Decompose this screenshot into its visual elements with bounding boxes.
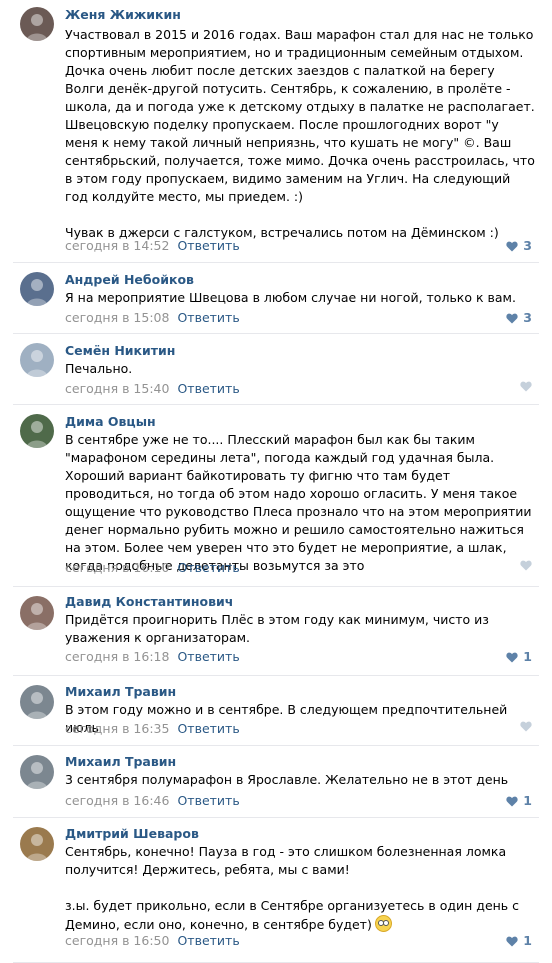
comment-meta: сегодня в 15:40 Ответить [65,381,240,397]
comment-meta: сегодня в 16:18 Ответить [65,649,240,665]
reply-link[interactable]: Ответить [177,381,239,396]
comment-text-body: Я на мероприятие Швецова в любом случае … [65,290,516,305]
comment-timestamp[interactable]: сегодня в 16:18 [65,649,169,664]
avatar[interactable] [20,7,54,41]
like-count: 3 [523,310,532,325]
comment-meta: сегодня в 16:46 Ответить [65,793,240,809]
like-button[interactable]: 3 [506,310,532,326]
like-count: 1 [523,933,532,948]
like-button[interactable]: 1 [506,933,532,949]
comment-text: Печально. [65,360,535,378]
avatar[interactable] [20,414,54,448]
comment-text-body: Печально. [65,361,133,376]
comment-author[interactable]: Михаил Травин [65,754,176,770]
like-count: 1 [523,793,532,808]
heart-icon [506,313,518,324]
comment-timestamp[interactable]: сегодня в 14:52 [65,238,169,253]
reply-link[interactable]: Ответить [177,933,239,948]
comment-meta: сегодня в 14:52 Ответить [65,238,240,254]
heart-icon [506,652,518,663]
comment-text-body: 3 сентября полумарафон в Ярославле. Жела… [65,772,509,787]
heart-icon [520,721,532,732]
rolling-eyes-emoji-icon [374,915,392,932]
comment-item: Давид Константинович Придётся проигнорить… [0,587,552,676]
comment-text-body: Сентябрь, конечно! Пауза в год - это сли… [65,844,520,932]
comment-text-body: В сентябре уже не то.... Плесский марафо… [65,432,536,573]
reply-link[interactable]: Ответить [177,721,239,736]
comments-list: Женя Жижикин Участвовал в 2015 и 2016 год… [0,0,552,963]
heart-icon [520,381,532,392]
comment-text-body: Придётся проигнорить Плёс в этом году ка… [65,612,493,645]
comment-text: Я на мероприятие Швецова в любом случае … [65,289,535,307]
avatar[interactable] [20,343,54,377]
comment-text: В сентябре уже не то.... Плесский марафо… [65,431,535,575]
comment-author[interactable]: Семён Никитин [65,343,175,359]
avatar[interactable] [20,755,54,789]
comment-timestamp[interactable]: сегодня в 15:08 [65,310,169,325]
like-button[interactable] [520,560,532,571]
comment-timestamp[interactable]: сегодня в 16:10 [65,560,169,575]
like-button[interactable]: 3 [506,238,532,254]
comment-text: Придётся проигнорить Плёс в этом году ка… [65,611,535,647]
avatar[interactable] [20,596,54,630]
heart-icon [506,241,518,252]
comment-item: Андрей Небойков Я на мероприятие Швецова … [0,263,552,334]
avatar[interactable] [20,272,54,306]
comment-text-body: Участвовал в 2015 и 2016 годах. Ваш мара… [65,27,535,240]
heart-icon [520,560,532,571]
heart-icon [506,936,518,947]
comment-meta: сегодня в 16:35 Ответить [65,721,240,737]
avatar[interactable] [20,685,54,719]
comment-author[interactable]: Дмитрий Шеваров [65,826,199,842]
comment-item: Женя Жижикин Участвовал в 2015 и 2016 год… [0,0,552,263]
comment-author[interactable]: Дима Овцын [65,414,156,430]
reply-link[interactable]: Ответить [177,793,239,808]
comment-meta: сегодня в 16:10 Ответить [65,560,240,576]
comment-item: Дмитрий Шеваров Сентябрь, конечно! Пауза … [0,818,552,963]
comment-item: Михаил Травин В этом году можно и в сентя… [0,676,552,746]
comment-author[interactable]: Давид Константинович [65,594,233,610]
like-button[interactable]: 1 [506,649,532,665]
comment-timestamp[interactable]: сегодня в 16:35 [65,721,169,736]
like-button[interactable] [520,721,532,732]
comment-author[interactable]: Михаил Травин [65,684,176,700]
comment-timestamp[interactable]: сегодня в 16:46 [65,793,169,808]
reply-link[interactable]: Ответить [177,238,239,253]
reply-link[interactable]: Ответить [177,560,239,575]
comment-meta: сегодня в 16:50 Ответить [65,933,240,949]
comment-author[interactable]: Андрей Небойков [65,272,194,288]
like-count: 3 [523,238,532,253]
comment-item: Семён Никитин Печально. сегодня в 15:40 Отв… [0,334,552,405]
comment-text: 3 сентября полумарафон в Ярославле. Жела… [65,771,535,789]
comment-meta: сегодня в 15:08 Ответить [65,310,240,326]
avatar[interactable] [20,827,54,861]
comment-author[interactable]: Женя Жижикин [65,7,181,23]
comment-timestamp[interactable]: сегодня в 16:50 [65,933,169,948]
comment-text: Сентябрь, конечно! Пауза в год - это сли… [65,843,535,934]
like-button[interactable]: 1 [506,793,532,809]
like-count: 1 [523,649,532,664]
reply-link[interactable]: Ответить [177,649,239,664]
comment-item: Дима Овцын В сентябре уже не то.... Плесс… [0,405,552,587]
comment-timestamp[interactable]: сегодня в 15:40 [65,381,169,396]
heart-icon [506,796,518,807]
like-button[interactable] [520,381,532,392]
reply-link[interactable]: Ответить [177,310,239,325]
comment-item: Михаил Травин 3 сентября полумарафон в Яр… [0,746,552,818]
comment-text: Участвовал в 2015 и 2016 годах. Ваш мара… [65,26,535,242]
